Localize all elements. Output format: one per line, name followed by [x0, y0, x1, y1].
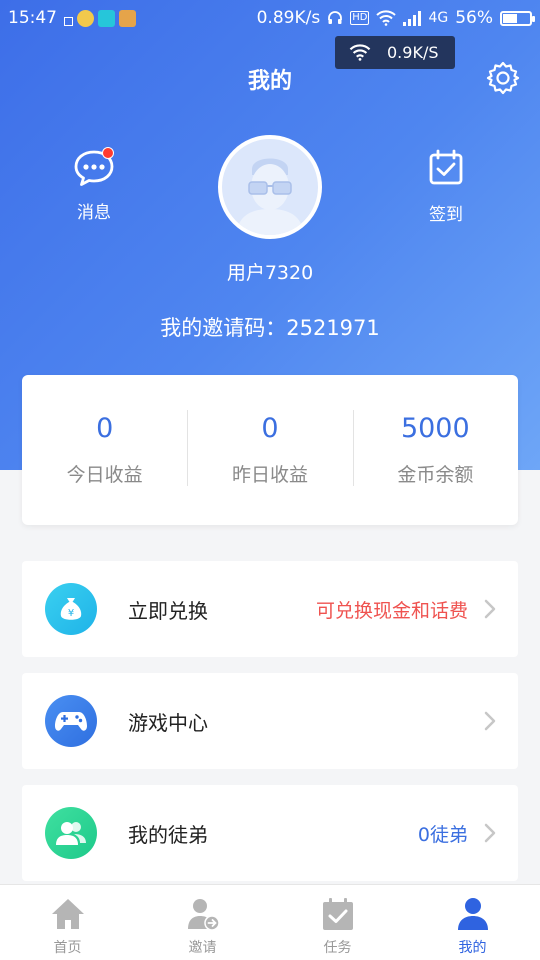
settings-gear-icon[interactable]	[485, 60, 521, 96]
stat-label: 金币余额	[397, 464, 474, 486]
overlay-speed-text: 0.9K/S	[387, 43, 439, 62]
app-notification-icon	[77, 10, 94, 27]
scan-notification-icon	[98, 10, 115, 27]
stat-yesterday[interactable]: 0 昨日收益	[187, 410, 352, 488]
unread-badge	[102, 147, 114, 159]
tab-tasks[interactable]: 任务	[270, 885, 405, 960]
notification-icons	[64, 10, 136, 27]
svg-text:¥: ¥	[68, 608, 74, 619]
chevron-right-icon	[484, 599, 496, 619]
signal-icon	[403, 10, 422, 26]
money-bag-icon: ¥	[45, 583, 97, 635]
sim-icon	[64, 16, 73, 26]
gamepad-icon	[45, 695, 97, 747]
status-time: 15:47	[8, 8, 57, 28]
default-user-avatar-icon	[236, 158, 304, 235]
stat-label: 昨日收益	[231, 464, 308, 486]
stat-value: 0	[96, 413, 114, 444]
messages-label: 消息	[77, 203, 111, 223]
menu-item-apprentices[interactable]: 我的徒弟 0徒弟	[22, 785, 518, 881]
chat-bubble-icon	[72, 146, 116, 190]
headphones-icon	[328, 11, 343, 24]
menu-item-hint: 0徒弟	[417, 823, 468, 846]
stat-label: 今日收益	[66, 464, 143, 486]
menu-item-title: 我的徒弟	[128, 822, 208, 847]
wifi-icon	[349, 44, 371, 61]
stat-value: 0	[261, 413, 279, 444]
tab-profile[interactable]: 我的	[405, 885, 540, 960]
bottom-tab-bar: 首页 邀请 任务 我的	[0, 884, 540, 960]
username: 用户7320	[226, 262, 314, 284]
chevron-right-icon	[484, 823, 496, 843]
battery-icon	[500, 10, 535, 26]
hd-icon: HD	[350, 11, 370, 25]
menu-item-game-center[interactable]: 游戏中心	[22, 673, 518, 769]
home-icon	[51, 899, 84, 929]
app-notification-icon	[119, 10, 136, 27]
sign-in-button[interactable]: 签到	[418, 148, 474, 225]
tab-label: 首页	[53, 940, 82, 956]
avatar[interactable]	[218, 135, 322, 239]
sign-in-label: 签到	[429, 205, 463, 225]
tab-label: 任务	[323, 940, 352, 956]
tab-home[interactable]: 首页	[0, 885, 135, 960]
menu-item-title: 立即兑换	[128, 598, 208, 623]
invite-user-icon	[187, 899, 220, 931]
menu-item-exchange[interactable]: ¥ 立即兑换 可兑换现金和话费	[22, 561, 518, 657]
tab-label: 我的	[458, 940, 487, 956]
net-speed: 0.89K/s	[256, 8, 321, 28]
network-type: 4G	[428, 10, 449, 26]
calendar-check-icon	[322, 898, 353, 930]
page-title: 我的	[247, 69, 292, 94]
tab-invite[interactable]: 邀请	[135, 885, 270, 960]
menu-item-hint: 可兑换现金和话费	[315, 599, 468, 622]
users-icon	[45, 807, 97, 859]
tab-label: 邀请	[188, 940, 217, 956]
menu-item-title: 游戏中心	[128, 710, 208, 735]
stat-value: 5000	[400, 413, 470, 444]
calendar-check-icon	[424, 148, 468, 192]
stat-today[interactable]: 0 今日收益	[22, 412, 187, 488]
wifi-icon	[376, 10, 397, 26]
status-right: 0.89K/s HD 4G 56%	[256, 8, 535, 28]
messages-button[interactable]: 消息	[66, 146, 122, 223]
status-bar: 15:47 0.89K/s HD 4G 56%	[0, 0, 540, 38]
earnings-card: 0 今日收益 0 昨日收益 5000 金币余额	[22, 375, 518, 525]
chevron-right-icon	[484, 711, 496, 731]
stat-coin-balance[interactable]: 5000 金币余额	[352, 410, 518, 488]
battery-percent: 56%	[455, 8, 493, 28]
invite-code: 我的邀请码：2521971	[160, 316, 380, 340]
user-icon	[457, 898, 488, 930]
